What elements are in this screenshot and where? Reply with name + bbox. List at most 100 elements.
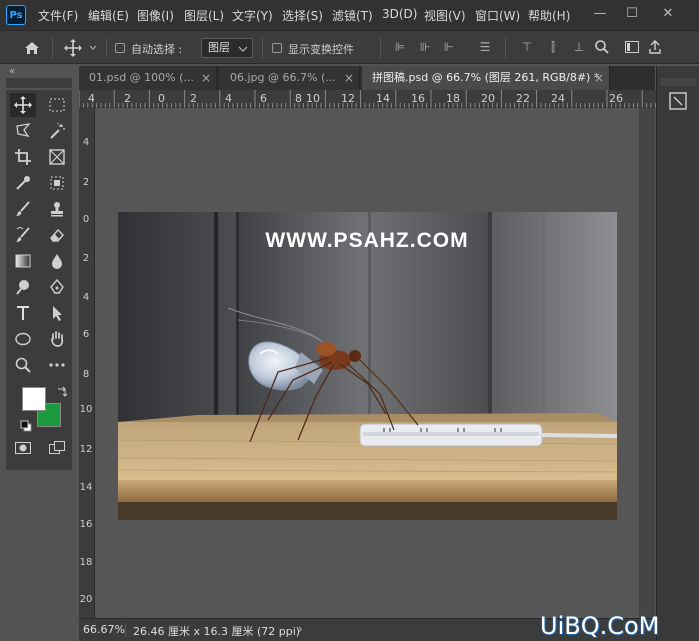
menu-window[interactable]: 窗口(W) xyxy=(475,7,520,24)
blur-tool[interactable] xyxy=(44,249,70,273)
align-middle-icon[interactable]: ⫿ xyxy=(546,40,560,54)
minimize-button[interactable]: — xyxy=(584,0,616,26)
search-button[interactable] xyxy=(594,39,610,55)
eyedropper-tool[interactable] xyxy=(10,171,36,195)
type-tool[interactable] xyxy=(10,301,36,325)
tab-label: 拼图稿.psd @ 66.7% (图层 261, RGB/8#) * xyxy=(372,71,600,84)
pen-tool[interactable] xyxy=(44,275,70,299)
menu-image[interactable]: 图像(I) xyxy=(137,7,174,24)
menu-layer[interactable]: 图层(L) xyxy=(184,7,224,24)
menu-filter[interactable]: 滤镜(T) xyxy=(332,7,373,24)
home-button[interactable] xyxy=(20,38,44,58)
menu-view[interactable]: 视图(V) xyxy=(424,7,466,24)
close-window-button[interactable]: ✕ xyxy=(652,0,684,26)
eraser-tool[interactable] xyxy=(44,223,70,247)
document-canvas[interactable]: WWW.PSAHZ.COM xyxy=(118,212,617,520)
move-tool-preset[interactable] xyxy=(62,38,102,58)
document-info: 26.46 厘米 x 16.3 厘米 (72 ppi) xyxy=(133,625,301,638)
default-colors-icon xyxy=(20,420,32,432)
ellipse-tool[interactable] xyxy=(10,327,36,351)
screen-mode-icon xyxy=(49,441,65,454)
menu-file[interactable]: 文件(F) xyxy=(38,7,78,24)
properties-panel-button[interactable] xyxy=(667,90,689,112)
panel-grip[interactable] xyxy=(660,78,696,86)
maximize-button[interactable]: ☐ xyxy=(616,0,648,26)
align-center-icon[interactable]: ⊪ xyxy=(418,40,432,54)
share-button[interactable] xyxy=(647,39,663,55)
marquee-tool[interactable] xyxy=(44,93,70,117)
vertical-scrollbar[interactable] xyxy=(639,108,655,618)
document-tabs: 01.psd @ 100% (... × 06.jpg @ 66.7% (...… xyxy=(79,66,655,90)
object-select-icon xyxy=(50,176,64,190)
foreground-color-swatch[interactable] xyxy=(22,387,46,411)
more-tools-button[interactable] xyxy=(44,353,70,377)
site-watermark-logo: UiBQ.CoM xyxy=(540,612,660,640)
show-transform-checkbox[interactable] xyxy=(272,43,282,53)
close-icon[interactable]: × xyxy=(594,66,604,90)
menu-select[interactable]: 选择(S) xyxy=(282,7,323,24)
workspace-icon xyxy=(625,41,639,53)
stamp-tool[interactable] xyxy=(44,197,70,221)
dodge-tool[interactable] xyxy=(10,275,36,299)
crop-icon xyxy=(15,149,31,165)
photoshop-logo: Ps xyxy=(6,5,26,25)
workspace-button[interactable] xyxy=(624,39,640,55)
move-tool[interactable] xyxy=(10,93,36,117)
ruler-label: 12 xyxy=(79,444,93,455)
auto-select-target-dropdown[interactable]: 图层 xyxy=(201,38,253,58)
menu-help[interactable]: 帮助(H) xyxy=(528,7,570,24)
eyedropper-icon xyxy=(16,176,30,190)
menu-3d[interactable]: 3D(D) xyxy=(382,7,417,21)
chevron-down-icon xyxy=(89,45,97,50)
vertical-ruler[interactable]: 4 2 0 2 4 6 8 10 12 14 16 18 20 xyxy=(79,108,95,618)
ruler-label: 4 xyxy=(82,137,90,148)
ruler-label: 2 xyxy=(82,253,90,264)
screen-mode-button[interactable] xyxy=(44,436,70,460)
object-select-tool[interactable] xyxy=(44,171,70,195)
more-icon xyxy=(49,363,65,367)
tab-label: 01.psd @ 100% (... xyxy=(89,71,194,84)
tab-active-document[interactable]: 拼图稿.psd @ 66.7% (图层 261, RGB/8#) * × xyxy=(362,66,610,90)
swap-colors-button[interactable] xyxy=(56,383,68,397)
brush-tool[interactable] xyxy=(10,197,36,221)
frame-tool[interactable] xyxy=(44,145,70,169)
horizontal-ruler[interactable]: 4 2 0 2 4 6 8 10 12 14 16 18 20 22 24 26 xyxy=(79,90,656,108)
quick-mask-icon xyxy=(15,442,31,454)
toolbar-grip[interactable] xyxy=(6,78,72,88)
show-transform-label: 显示变换控件 xyxy=(288,43,354,56)
tab-06-jpg[interactable]: 06.jpg @ 66.7% (... × xyxy=(220,66,360,90)
hand-tool[interactable] xyxy=(44,327,70,351)
chevron-right-icon[interactable]: › xyxy=(298,622,303,636)
auto-select-checkbox[interactable] xyxy=(115,43,125,53)
eraser-icon xyxy=(50,228,64,242)
magic-wand-tool[interactable] xyxy=(44,119,70,143)
ellipse-icon xyxy=(15,332,31,346)
ruler-label: 0 xyxy=(82,214,90,225)
menu-bar: Ps 文件(F) 编辑(E) 图像(I) 图层(L) 文字(Y) 选择(S) 滤… xyxy=(0,0,699,30)
align-bottom-icon[interactable]: ⊥ xyxy=(572,40,586,54)
tab-01-psd[interactable]: 01.psd @ 100% (... × xyxy=(79,66,217,90)
ruler-label: 4 xyxy=(82,292,90,303)
align-left-icon[interactable]: ⊫ xyxy=(393,40,407,54)
tools-panel xyxy=(6,90,72,470)
frame-icon xyxy=(49,149,65,165)
align-top-icon[interactable]: ⊤ xyxy=(520,40,534,54)
collapse-toolbar-icon[interactable]: « xyxy=(9,66,15,77)
default-colors-button[interactable] xyxy=(20,417,32,432)
history-brush-tool[interactable] xyxy=(10,223,36,247)
quick-mask-button[interactable] xyxy=(10,436,36,460)
zoom-level[interactable]: 66.67% xyxy=(83,623,125,636)
close-icon[interactable]: × xyxy=(344,66,354,90)
menu-edit[interactable]: 编辑(E) xyxy=(88,7,129,24)
path-selection-tool[interactable] xyxy=(44,301,70,325)
composite-image: WWW.PSAHZ.COM xyxy=(118,212,617,520)
close-icon[interactable]: × xyxy=(201,66,211,90)
lasso-tool[interactable] xyxy=(10,119,36,143)
menu-type[interactable]: 文字(Y) xyxy=(232,7,273,24)
crop-tool[interactable] xyxy=(10,145,36,169)
gradient-tool[interactable] xyxy=(10,249,36,273)
distribute-icon[interactable]: ☰ xyxy=(478,40,492,54)
home-icon xyxy=(25,42,39,54)
align-right-icon[interactable]: ⊩ xyxy=(442,40,456,54)
zoom-tool[interactable] xyxy=(10,353,36,377)
